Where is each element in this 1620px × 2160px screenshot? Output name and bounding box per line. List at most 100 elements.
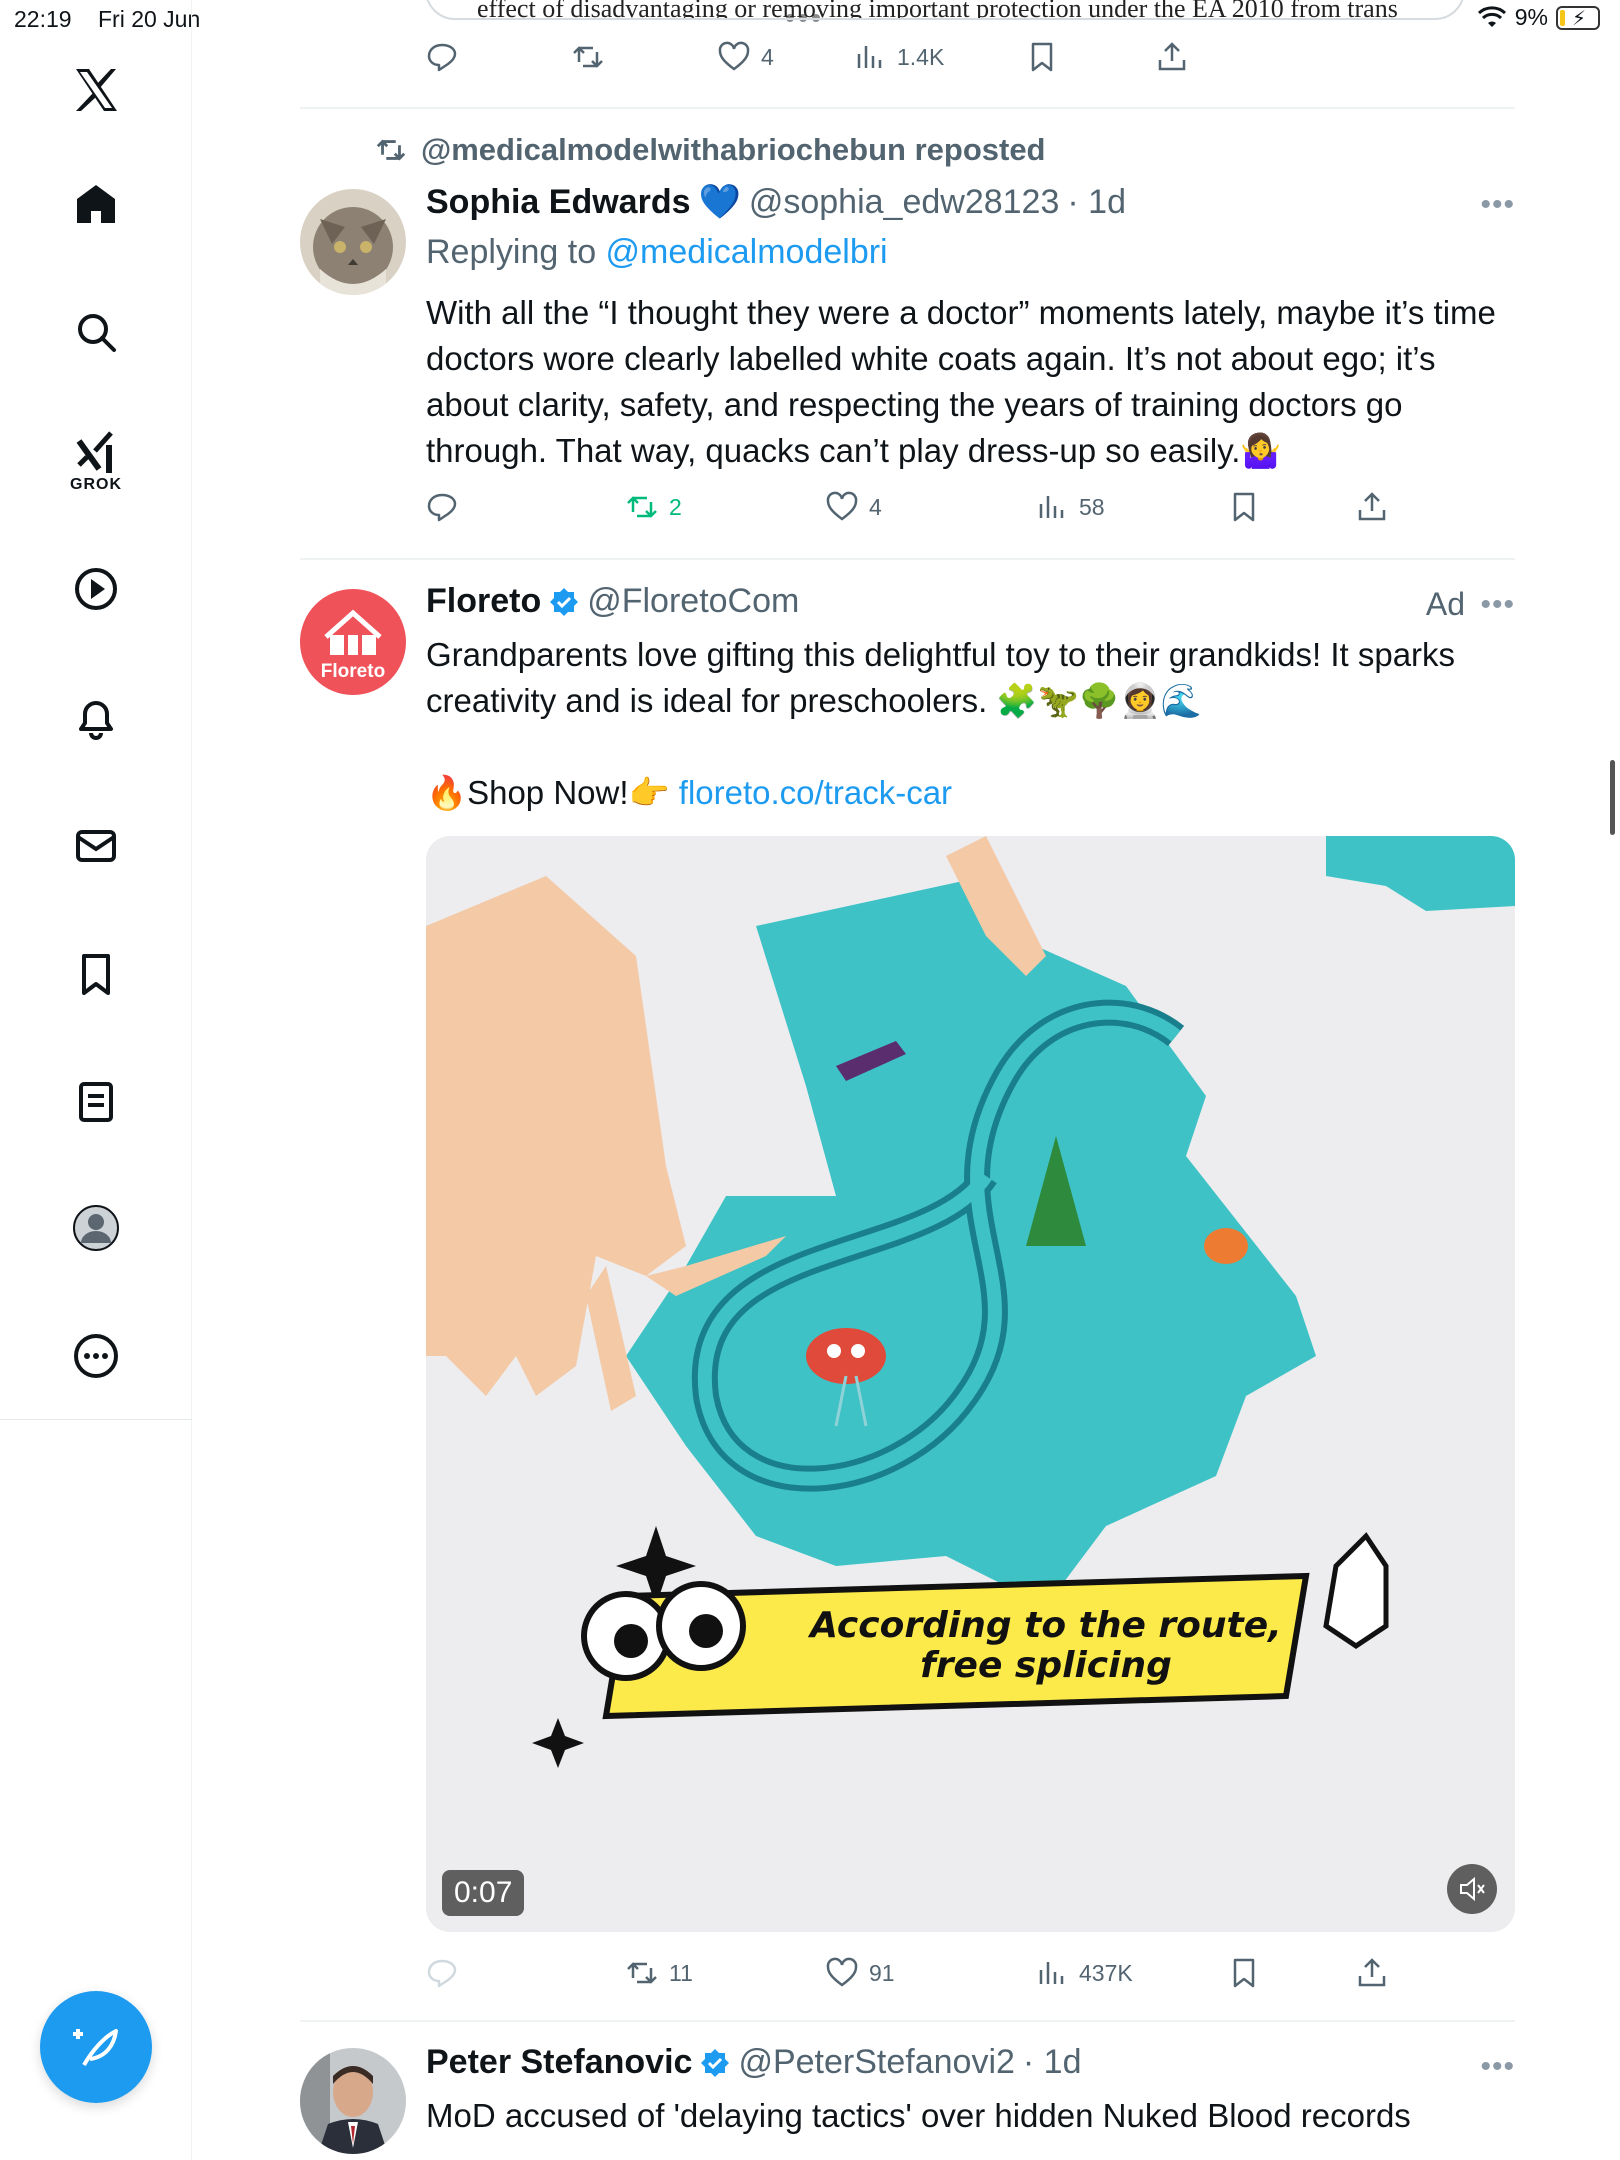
- video-frame-puzzle-track: [426, 836, 1515, 1932]
- battery-percent: 9%: [1514, 4, 1548, 30]
- sidebar-nav: GROK: [0, 0, 192, 2160]
- bookmark-button[interactable]: [1025, 40, 1059, 74]
- verified-badge-icon: [701, 2048, 730, 2077]
- shop-now-text: 🔥Shop Now!👉: [426, 774, 679, 811]
- like-button[interactable]: 4: [825, 490, 882, 524]
- more-options-icon[interactable]: •••: [1480, 588, 1515, 622]
- floreto-avatar-text: Floreto: [321, 661, 385, 682]
- speaker-muted-icon: [1460, 1876, 1485, 1902]
- reply-icon: [427, 43, 457, 72]
- reply-icon: [427, 493, 457, 522]
- author-name[interactable]: Floreto: [426, 582, 541, 621]
- author-handle[interactable]: @PeterStefanovi2: [738, 2043, 1014, 2082]
- messages-envelope-icon[interactable]: [60, 810, 132, 882]
- reposted-by-line: @medicalmodelwithabriochebun reposted: [375, 132, 1046, 168]
- floreto-avatar[interactable]: Floreto: [300, 589, 406, 695]
- ad-actions: 11 91 437K: [425, 1956, 1525, 2004]
- repost-count: 2: [669, 493, 682, 520]
- more-options-icon[interactable]: •••: [1480, 2050, 1515, 2084]
- replying-prefix: Replying to: [426, 233, 606, 271]
- notifications-bell-icon[interactable]: [60, 682, 132, 754]
- verified-badge-icon: [550, 587, 579, 616]
- author-handle[interactable]: @sophia_edw28123: [749, 183, 1060, 222]
- sophia-edwards-avatar[interactable]: [300, 189, 406, 295]
- share-icon: [1358, 492, 1386, 521]
- reply-button[interactable]: [425, 40, 459, 74]
- profile-avatar-icon[interactable]: [60, 1192, 132, 1264]
- repost-icon: [627, 1962, 657, 1984]
- like-count: 4: [869, 493, 882, 520]
- view-count: 437K: [1079, 1959, 1133, 1986]
- previous-card-text: effect of disadvantaging or removing imp…: [477, 0, 1398, 20]
- share-button[interactable]: [1355, 490, 1389, 524]
- bookmarks-icon[interactable]: [60, 938, 132, 1010]
- more-options-icon[interactable]: [60, 1320, 132, 1392]
- x-logo-icon[interactable]: [60, 54, 132, 126]
- like-button[interactable]: 91: [825, 1956, 895, 1990]
- heart-icon: [826, 491, 858, 521]
- share-icon: [1358, 1958, 1386, 1987]
- tweet-separator: [300, 558, 1515, 560]
- heart-emoji: 💙: [698, 183, 741, 221]
- author-name[interactable]: Sophia Edwards: [426, 183, 691, 222]
- ad-link[interactable]: floreto.co/track-car: [679, 774, 952, 811]
- views-chart-icon: [857, 46, 882, 68]
- views-chart-icon: [1039, 496, 1064, 518]
- share-button[interactable]: [1355, 1956, 1389, 1990]
- share-icon: [1158, 42, 1186, 71]
- views-button[interactable]: 1.4K: [853, 40, 944, 74]
- video-caption: According to the route, free splicing: [810, 1605, 1282, 1686]
- reposted-by-text: @medicalmodelwithabriochebun reposted: [421, 132, 1046, 167]
- peter-stefanovic-avatar[interactable]: [300, 2048, 406, 2154]
- bookmark-icon: [1233, 492, 1255, 522]
- ad-video[interactable]: According to the route, free splicing 0:…: [426, 836, 1515, 1932]
- tweet-separator: [300, 2020, 1515, 2022]
- author-name[interactable]: Peter Stefanovic: [426, 2043, 692, 2082]
- scrollbar[interactable]: [1610, 760, 1615, 835]
- search-icon[interactable]: [60, 296, 132, 368]
- tweet-header: Sophia Edwards 💙 @sophia_edw28123 · 1d: [426, 182, 1126, 222]
- sidebar-divider: [0, 1419, 192, 1420]
- tweet-header: Floreto @FloretoCom: [426, 582, 799, 621]
- timeline-feed: effect of disadvantaging or removing imp…: [300, 0, 1515, 2160]
- tweet-text: MoD accused of 'delaying tactics' over h…: [426, 2097, 1411, 2134]
- compose-post-button[interactable]: [40, 1991, 152, 2103]
- reply-button[interactable]: [425, 1956, 459, 1990]
- bookmark-icon: [1233, 1958, 1255, 1988]
- like-count: 4: [761, 43, 774, 70]
- replying-to-link[interactable]: @medicalmodelbri: [606, 233, 888, 271]
- heart-icon: [826, 1957, 858, 1987]
- author-handle[interactable]: @FloretoCom: [587, 582, 799, 621]
- bookmark-icon: [1031, 42, 1053, 72]
- lists-icon[interactable]: [60, 1066, 132, 1138]
- share-button[interactable]: [1155, 40, 1189, 74]
- video-play-icon[interactable]: [60, 553, 132, 625]
- like-count: 91: [869, 1959, 895, 1986]
- like-button[interactable]: 4: [717, 40, 774, 74]
- previous-tweet-link-card[interactable]: effect of disadvantaging or removing imp…: [425, 0, 1465, 20]
- mute-toggle-button[interactable]: [1447, 1864, 1497, 1914]
- repost-icon: [627, 496, 657, 518]
- home-icon[interactable]: [60, 168, 132, 240]
- ad-label: Ad: [1425, 586, 1465, 622]
- more-options-icon[interactable]: •••: [1480, 188, 1515, 222]
- bookmark-button[interactable]: [1227, 490, 1261, 524]
- repost-button[interactable]: 2: [625, 490, 682, 524]
- repost-icon: [573, 46, 603, 68]
- heart-icon: [718, 41, 750, 71]
- tweet-actions: 2 4 58: [425, 490, 1525, 538]
- reply-button[interactable]: [425, 490, 459, 524]
- battery-icon: ⚡: [1556, 5, 1600, 30]
- bookmark-button[interactable]: [1227, 1956, 1261, 1990]
- grok-label: GROK: [70, 476, 122, 493]
- views-button[interactable]: 58: [1035, 490, 1105, 524]
- repost-icon: [376, 139, 406, 161]
- repost-button[interactable]: [571, 40, 605, 74]
- repost-button[interactable]: 11: [625, 1956, 693, 1990]
- video-time-badge: 0:07: [442, 1870, 525, 1916]
- previous-tweet-actions: 4 1.4K: [425, 40, 1525, 88]
- ad-text: Grandparents love gifting this delightfu…: [426, 636, 1456, 719]
- post-time: · 1d: [1067, 182, 1126, 221]
- views-button[interactable]: 437K: [1035, 1956, 1133, 1990]
- reply-icon: [427, 1959, 457, 1988]
